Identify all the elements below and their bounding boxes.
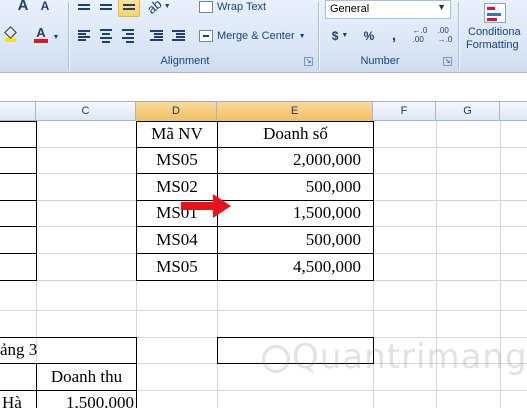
chevron-down-icon: ▼ bbox=[437, 2, 446, 12]
table-cell-id[interactable]: MS04 bbox=[137, 227, 217, 253]
ribbon: A A A ▼ ab ▼ Wrap Text Merge & Center ▼ … bbox=[0, 0, 527, 73]
number-group-label: Number bbox=[360, 55, 400, 67]
middle-align-icon bbox=[100, 2, 112, 12]
middle-align-button[interactable] bbox=[96, 0, 116, 17]
header-sales[interactable]: Doanh số bbox=[218, 121, 373, 147]
merge-center-icon bbox=[199, 30, 213, 42]
align-left-button[interactable] bbox=[74, 25, 94, 46]
decrease-decimal-button[interactable]: .00 →.0 bbox=[434, 24, 456, 45]
column-header-d[interactable]: D bbox=[136, 102, 217, 121]
lightbulb-icon bbox=[262, 344, 290, 373]
bottom-align-button[interactable] bbox=[118, 0, 140, 17]
font-color-dropdown[interactable]: ▼ bbox=[52, 27, 60, 48]
top-align-icon bbox=[78, 2, 90, 12]
header-revenue[interactable]: Doanh thu bbox=[37, 364, 136, 390]
formula-bar-area bbox=[0, 73, 527, 102]
font-color-button[interactable]: A bbox=[30, 24, 52, 45]
column-header-f[interactable]: F bbox=[373, 102, 436, 121]
decrease-indent-button[interactable] bbox=[146, 25, 166, 46]
column-header-h[interactable] bbox=[500, 102, 527, 121]
group-separator bbox=[318, 2, 319, 70]
decrease-indent-icon bbox=[149, 29, 163, 42]
column-header-e[interactable]: E bbox=[217, 102, 373, 121]
percent-button[interactable]: % bbox=[358, 25, 380, 46]
increase-font-size-button[interactable]: A bbox=[14, 0, 32, 16]
table-cell-sales[interactable]: 500,000 bbox=[218, 174, 361, 200]
table-cell-name[interactable]: Hà bbox=[2, 390, 36, 408]
conditional-formatting-icon bbox=[484, 3, 506, 23]
column-header-bar: C D E F G bbox=[0, 102, 527, 121]
table-cell-id[interactable]: MS05 bbox=[137, 254, 217, 280]
align-center-button[interactable] bbox=[96, 25, 116, 46]
table-cell-id[interactable]: MS05 bbox=[137, 147, 217, 173]
decrease-font-size-button[interactable]: A bbox=[36, 0, 54, 16]
currency-button[interactable]: $ ▼ bbox=[327, 25, 353, 46]
column-header-g[interactable]: G bbox=[436, 102, 500, 121]
font-color-icon: A bbox=[34, 26, 48, 43]
table-cell-revenue[interactable]: 1,500,000 bbox=[37, 390, 134, 408]
arrow-right-icon bbox=[181, 194, 231, 218]
worksheet[interactable]: C D E F G Mã NV Doanh số MS05 2,000,000 … bbox=[0, 73, 527, 408]
align-left-icon bbox=[78, 29, 90, 42]
column-header-c[interactable]: C bbox=[36, 102, 136, 121]
increase-font-icon: A bbox=[17, 0, 29, 14]
fill-color-button[interactable] bbox=[0, 24, 20, 45]
alignment-group-label: Alignment bbox=[160, 55, 210, 67]
column-header-b[interactable] bbox=[0, 102, 36, 121]
decrease-decimal-icon: .00 →.0 bbox=[437, 25, 453, 44]
increase-decimal-button[interactable]: ←.0 .00 bbox=[409, 24, 431, 45]
bottom-align-icon bbox=[123, 2, 135, 12]
increase-decimal-icon: ←.0 .00 bbox=[412, 25, 428, 44]
paint-bucket-icon bbox=[3, 25, 17, 42]
group-separator bbox=[458, 2, 459, 70]
wrap-text-icon bbox=[199, 1, 213, 13]
align-center-icon bbox=[100, 28, 112, 44]
table3-title[interactable]: ảng 3 bbox=[0, 337, 134, 363]
header-employee-id[interactable]: Mã NV bbox=[137, 121, 217, 147]
comma-style-button[interactable]: , bbox=[384, 25, 404, 46]
wrap-text-button[interactable]: Wrap Text bbox=[199, 0, 266, 14]
alignment-dialog-launcher[interactable]: ↘ bbox=[304, 57, 313, 66]
decrease-font-icon: A bbox=[40, 0, 50, 13]
number-dialog-launcher[interactable]: ↘ bbox=[443, 57, 452, 66]
orientation-button[interactable]: ab ▼ bbox=[144, 0, 172, 17]
table-cell-sales[interactable]: 4,500,000 bbox=[218, 254, 361, 280]
merge-center-button[interactable]: Merge & Center ▼ bbox=[199, 28, 306, 44]
group-separator bbox=[68, 2, 69, 70]
align-right-icon bbox=[122, 28, 134, 44]
conditional-formatting-button[interactable]: Conditiona Formatting bbox=[462, 0, 527, 55]
watermark-logo: Quantrimang bbox=[262, 337, 527, 377]
table-cell-sales[interactable]: 1,500,000 bbox=[218, 200, 361, 226]
orientation-icon: ab bbox=[144, 0, 165, 17]
increase-indent-button[interactable] bbox=[168, 25, 188, 46]
number-format-select[interactable]: General ▼ bbox=[325, 0, 451, 19]
table-cell-sales[interactable]: 500,000 bbox=[218, 227, 361, 253]
increase-indent-icon bbox=[171, 29, 185, 42]
align-right-button[interactable] bbox=[118, 25, 138, 46]
top-align-button[interactable] bbox=[74, 0, 94, 17]
table-cell-sales[interactable]: 2,000,000 bbox=[218, 147, 361, 173]
